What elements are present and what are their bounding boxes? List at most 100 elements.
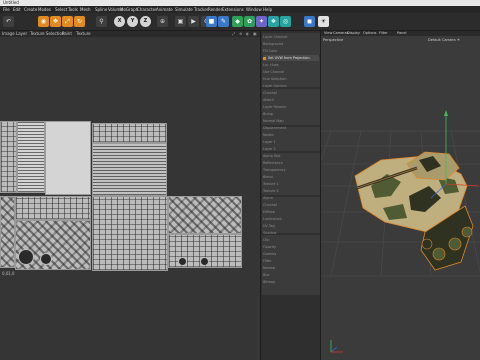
- recent-tool-icon[interactable]: ⚲: [96, 16, 107, 27]
- layer-item[interactable]: Shadow: [263, 230, 319, 236]
- layer-item[interactable]: Bitmap: [263, 279, 319, 285]
- uv-menu-texture[interactable]: Texture: [76, 31, 91, 37]
- viewport-canvas[interactable]: [321, 36, 480, 360]
- layer-item[interactable]: Channel: [263, 90, 319, 96]
- cloner-icon[interactable]: ✿: [244, 16, 255, 27]
- menu-item-tools[interactable]: Tools: [68, 6, 78, 13]
- layer-item[interactable]: Transparency: [263, 167, 319, 173]
- layer-item[interactable]: Hue Selection: [263, 76, 319, 82]
- scene-icon[interactable]: ❖: [268, 16, 279, 27]
- layer-item[interactable]: Filter: [263, 258, 319, 264]
- menu-item-mograph[interactable]: MoGraph: [120, 6, 138, 13]
- layer-item[interactable]: Nodes: [263, 132, 319, 138]
- cube-icon[interactable]: ■: [206, 16, 217, 27]
- layer-item[interactable]: Reflectance: [263, 160, 319, 166]
- layer-item[interactable]: UV Tag: [263, 223, 319, 229]
- subdivision-icon[interactable]: ◆: [232, 16, 243, 27]
- menu-item-modes[interactable]: Modes: [38, 6, 51, 13]
- pen-icon[interactable]: ✎: [218, 16, 229, 27]
- layer-item[interactable]: Clip: [263, 237, 319, 243]
- uv-view-control-icon[interactable]: ⤢: [232, 31, 235, 37]
- menu-item-tracker[interactable]: Tracker: [194, 6, 208, 13]
- light-icon[interactable]: ☀: [318, 16, 329, 27]
- uv-island-wheel[interactable]: [40, 253, 52, 265]
- axis-x-icon[interactable]: X: [114, 16, 125, 27]
- uv-island[interactable]: [0, 121, 17, 193]
- 3d-viewport[interactable]: View Cameras Display Options Filter Panel Per…: [321, 31, 480, 360]
- uv-island[interactable]: [92, 123, 167, 143]
- uv-island[interactable]: [15, 196, 91, 220]
- layer-item[interactable]: Layer 2: [263, 146, 319, 152]
- uv-view-control-icon[interactable]: ⊕: [239, 31, 242, 37]
- uv-island[interactable]: [92, 196, 168, 271]
- layer-item[interactable]: Texture 1: [263, 181, 319, 187]
- layer-item[interactable]: Alpha Test: [263, 153, 319, 159]
- layer-item[interactable]: Normal Map: [263, 118, 319, 124]
- layer-item[interactable]: Alpha: [263, 195, 319, 201]
- uv-island[interactable]: [45, 121, 91, 195]
- menu-item-simulate[interactable]: Simulate: [175, 6, 193, 13]
- layer-item[interactable]: Layer Channel: [263, 34, 319, 40]
- menu-item-help[interactable]: Help: [263, 6, 272, 13]
- menu-item-extensions[interactable]: Extensions: [222, 6, 244, 13]
- undo-icon[interactable]: ↶: [3, 16, 14, 27]
- menu-item-animate[interactable]: Animate: [156, 6, 173, 13]
- scale-icon[interactable]: ⤢: [62, 16, 73, 27]
- layer-item[interactable]: Diffuse: [263, 209, 319, 215]
- menu-item-select[interactable]: Select: [55, 6, 67, 13]
- layer-item[interactable]: Fill Color: [263, 48, 319, 54]
- layer-item[interactable]: Displacement: [263, 125, 319, 131]
- layer-item[interactable]: Set UVW from Projection: [263, 55, 319, 61]
- menu-item-create[interactable]: Create: [24, 6, 37, 13]
- layer-item[interactable]: Lin. Hues: [263, 62, 319, 68]
- field-icon[interactable]: ◎: [280, 16, 291, 27]
- uv-island-wheel[interactable]: [200, 257, 209, 266]
- uv-island[interactable]: [17, 121, 45, 193]
- menu-item-spline[interactable]: Spline: [95, 6, 107, 13]
- layer-item[interactable]: Normal: [263, 265, 319, 271]
- layer-item[interactable]: Background: [263, 41, 319, 47]
- layer-item[interactable]: Blend: [263, 174, 319, 180]
- layer-item[interactable]: Opacity: [263, 244, 319, 250]
- layer-item[interactable]: Blur: [263, 272, 319, 278]
- layer-item[interactable]: Layer Options: [263, 83, 319, 89]
- menu-item-file[interactable]: File: [3, 6, 10, 13]
- uv-menu-layer[interactable]: Layer: [16, 31, 27, 37]
- layer-item[interactable]: Gamma: [263, 251, 319, 257]
- menu-item-render[interactable]: Render: [208, 6, 222, 13]
- uv-island[interactable]: [92, 143, 167, 196]
- coordinate-system-icon[interactable]: ⊕: [157, 16, 168, 27]
- uv-view-control-icon[interactable]: ◐: [246, 31, 250, 37]
- uv-island-wheel[interactable]: [178, 257, 187, 266]
- layer-item[interactable]: Luminance: [263, 216, 319, 222]
- move-icon[interactable]: ✥: [50, 16, 61, 27]
- uv-island-wheel[interactable]: [18, 249, 34, 265]
- layer-item[interactable]: Layer 1: [263, 139, 319, 145]
- render-picture-viewer-icon[interactable]: ▶: [188, 16, 199, 27]
- layer-item[interactable]: Attach: [263, 97, 319, 103]
- road-wheel: [432, 247, 446, 261]
- layer-item[interactable]: Use Channel: [263, 69, 319, 75]
- axis-z-icon[interactable]: Z: [140, 16, 151, 27]
- layer-item[interactable]: Texture 2: [263, 188, 319, 194]
- camera-icon[interactable]: ◼: [304, 16, 315, 27]
- layer-item[interactable]: Channel: [263, 202, 319, 208]
- uv-island[interactable]: [0, 196, 15, 268]
- uv-menu-image[interactable]: Image: [2, 31, 15, 37]
- uv-menu-texture-selection[interactable]: Texture Selection: [30, 31, 64, 37]
- layer-item[interactable]: Bump: [263, 111, 319, 117]
- axis-y-icon[interactable]: Y: [127, 16, 138, 27]
- layer-item[interactable]: Layer Params: [263, 104, 319, 110]
- uv-view-control-icon[interactable]: ▣: [253, 31, 257, 37]
- menu-item-character[interactable]: Character: [137, 6, 157, 13]
- live-selection-icon[interactable]: ◉: [38, 16, 49, 27]
- menu-item-window[interactable]: Window: [246, 6, 262, 13]
- uv-u-max-label: 1,0: [8, 271, 15, 276]
- uv-menu-paint[interactable]: Paint: [62, 31, 72, 37]
- uv-island[interactable]: [168, 196, 242, 234]
- menu-item-mesh[interactable]: Mesh: [80, 6, 91, 13]
- deformer-icon[interactable]: ✦: [256, 16, 267, 27]
- render-view-icon[interactable]: ▣: [175, 16, 186, 27]
- rotate-icon[interactable]: ↻: [74, 16, 85, 27]
- menu-item-edit[interactable]: Edit: [13, 6, 21, 13]
